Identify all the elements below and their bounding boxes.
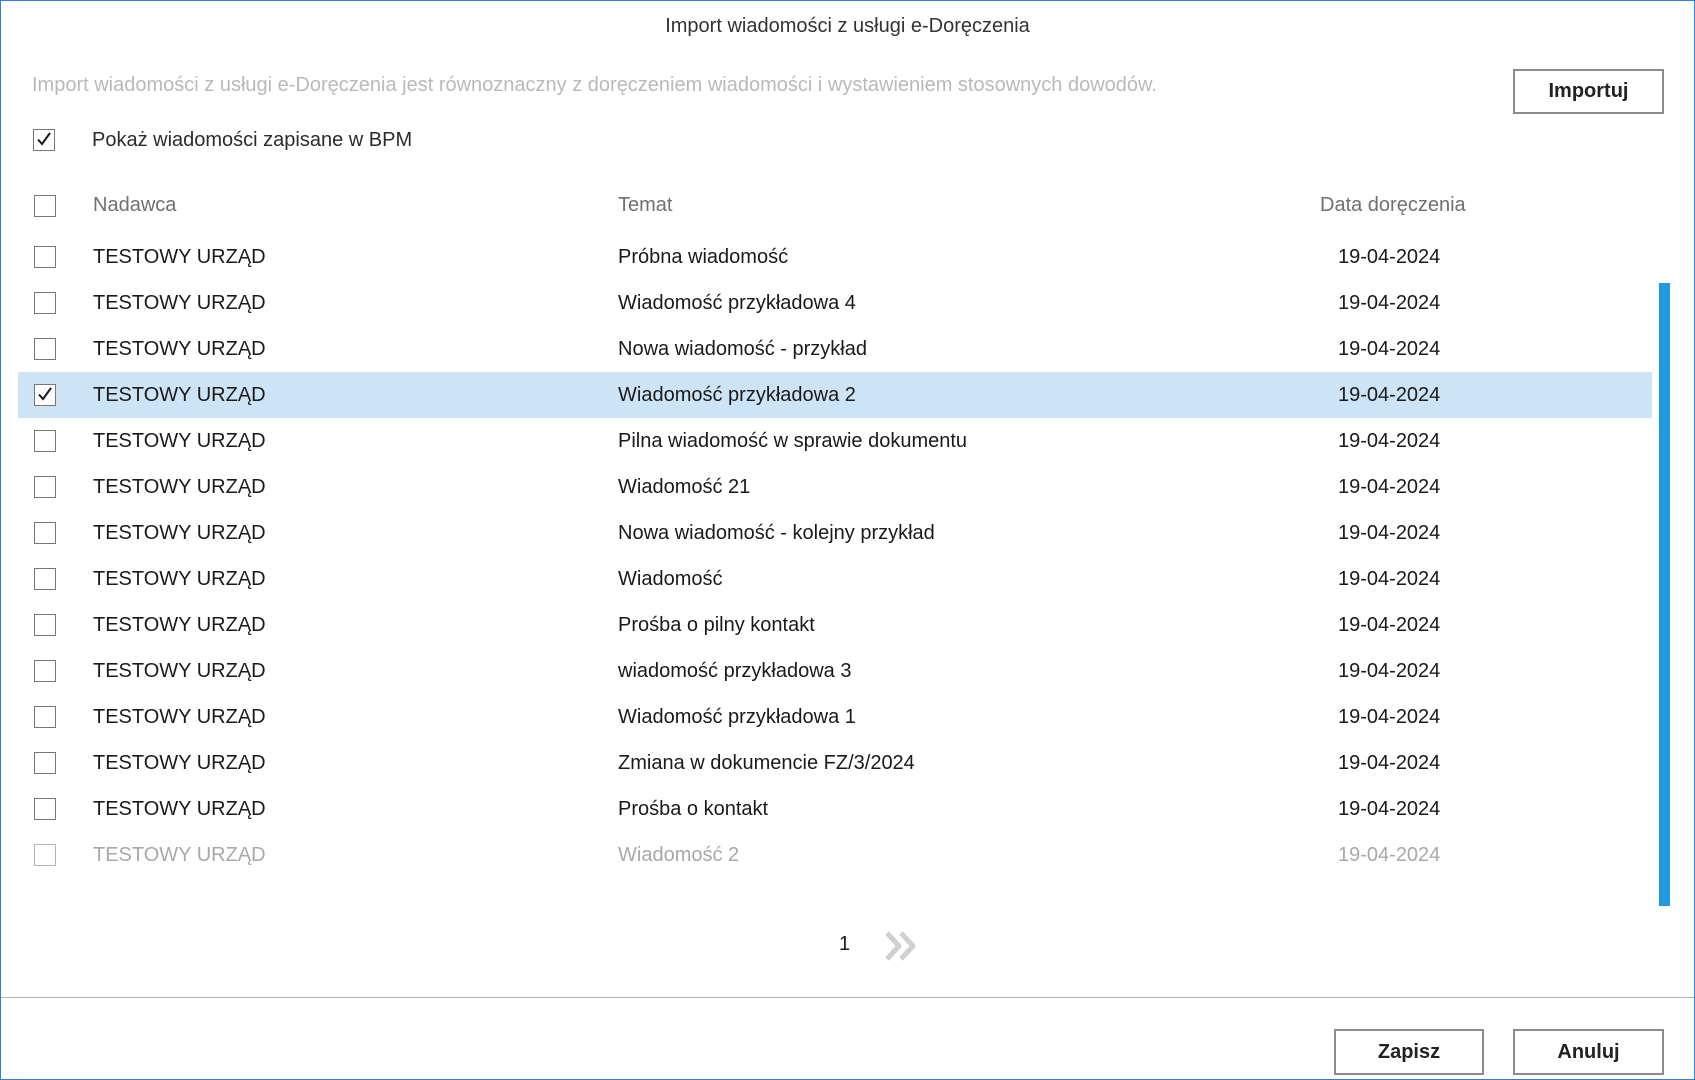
row-subject: wiadomość przykładowa 3: [618, 660, 852, 682]
row-sender: TESTOWY URZĄD: [93, 752, 266, 774]
table-row[interactable]: TESTOWY URZĄD Wiadomość 2 19-04-2024: [18, 832, 1652, 878]
row-checkbox[interactable]: [34, 522, 56, 544]
row-subject: Prośba o kontakt: [618, 798, 769, 820]
row-checkbox[interactable]: [34, 338, 56, 360]
row-checkbox[interactable]: [34, 568, 56, 590]
row-date: 19-04-2024: [1338, 246, 1441, 268]
row-subject: Nowa wiadomość - przykład: [618, 338, 867, 360]
row-checkbox[interactable]: [34, 752, 56, 774]
row-subject: Próbna wiadomość: [618, 246, 789, 268]
row-checkbox[interactable]: [34, 246, 56, 268]
row-checkbox[interactable]: [34, 614, 56, 636]
cancel-button[interactable]: Anuluj: [1513, 1029, 1664, 1075]
row-checkbox[interactable]: [34, 706, 56, 728]
page-number[interactable]: 1: [839, 933, 850, 956]
table-row[interactable]: TESTOWY URZĄD Prośba o kontakt 19-04-2024: [18, 786, 1652, 832]
row-sender: TESTOWY URZĄD: [93, 706, 266, 728]
table-row[interactable]: TESTOWY URZĄD Nowa wiadomość - przykład 19…: [18, 326, 1652, 372]
table-row[interactable]: TESTOWY URZĄD Pilna wiadomość w sprawie d…: [18, 418, 1652, 464]
save-button[interactable]: Zapisz: [1334, 1029, 1484, 1075]
info-text: Import wiadomości z usługi e-Doręczenia …: [32, 74, 1157, 96]
row-checkbox[interactable]: [34, 384, 56, 406]
column-header-subject[interactable]: Temat: [618, 194, 672, 217]
import-dialog: Import wiadomości z usługi e-Doręczenia …: [0, 0, 1695, 1080]
row-date: 19-04-2024: [1338, 844, 1441, 866]
row-subject: Wiadomość przykładowa 2: [618, 384, 856, 406]
scrollbar-thumb[interactable]: [1659, 283, 1670, 906]
row-sender: TESTOWY URZĄD: [93, 338, 266, 360]
row-subject: Wiadomość przykładowa 1: [618, 706, 856, 728]
row-checkbox[interactable]: [34, 292, 56, 314]
checkmark-icon: [37, 132, 51, 146]
row-sender: TESTOWY URZĄD: [93, 798, 266, 820]
row-checkbox[interactable]: [34, 798, 56, 820]
row-checkbox[interactable]: [34, 844, 56, 866]
row-date: 19-04-2024: [1338, 430, 1441, 452]
row-date: 19-04-2024: [1338, 798, 1441, 820]
row-checkbox[interactable]: [34, 430, 56, 452]
dialog-title: Import wiadomości z usługi e-Doręczenia: [665, 15, 1030, 37]
row-date: 19-04-2024: [1338, 522, 1441, 544]
row-sender: TESTOWY URZĄD: [93, 660, 266, 682]
table-row[interactable]: TESTOWY URZĄD Wiadomość przykładowa 4 19-0…: [18, 280, 1652, 326]
row-date: 19-04-2024: [1338, 660, 1441, 682]
double-chevron-right-icon[interactable]: [883, 928, 923, 964]
table-row[interactable]: TESTOWY URZĄD Próbna wiadomość 19-04-2024: [18, 234, 1652, 280]
row-sender: TESTOWY URZĄD: [93, 614, 266, 636]
row-sender: TESTOWY URZĄD: [93, 246, 266, 268]
row-checkbox[interactable]: [34, 476, 56, 498]
table-row[interactable]: TESTOWY URZĄD Wiadomość 19-04-2024: [18, 556, 1652, 602]
column-header-date[interactable]: Data doręczenia: [1320, 194, 1466, 217]
row-sender: TESTOWY URZĄD: [93, 384, 266, 406]
select-all-checkbox[interactable]: [34, 195, 56, 217]
table-row[interactable]: TESTOWY URZĄD Nowa wiadomość - kolejny pr…: [18, 510, 1652, 556]
checkmark-icon: [38, 387, 52, 401]
row-subject: Pilna wiadomość w sprawie dokumentu: [618, 430, 968, 452]
row-subject: Prośba o pilny kontakt: [618, 614, 815, 636]
table-row[interactable]: TESTOWY URZĄD Wiadomość przykładowa 2 19-0…: [18, 372, 1652, 418]
table-row[interactable]: TESTOWY URZĄD Wiadomość 21 19-04-2024: [18, 464, 1652, 510]
table-row[interactable]: TESTOWY URZĄD Zmiana w dokumencie FZ/3/20…: [18, 740, 1652, 786]
row-date: 19-04-2024: [1338, 752, 1441, 774]
row-sender: TESTOWY URZĄD: [93, 476, 266, 498]
row-date: 19-04-2024: [1338, 384, 1441, 406]
row-sender: TESTOWY URZĄD: [93, 844, 266, 866]
table-row[interactable]: TESTOWY URZĄD wiadomość przykładowa 3 19-0…: [18, 648, 1652, 694]
table-row[interactable]: TESTOWY URZĄD Prośba o pilny kontakt 19-04…: [18, 602, 1652, 648]
footer-divider: [1, 997, 1694, 998]
row-subject: Wiadomość przykładowa 4: [618, 292, 856, 314]
table-row[interactable]: TESTOWY URZĄD Wiadomość przykładowa 1 19-0…: [18, 694, 1652, 740]
row-sender: TESTOWY URZĄD: [93, 568, 266, 590]
row-checkbox[interactable]: [34, 660, 56, 682]
row-subject: Zmiana w dokumencie FZ/3/2024: [618, 752, 915, 774]
import-button[interactable]: Importuj: [1513, 69, 1664, 114]
show-saved-checkbox[interactable]: [33, 129, 55, 151]
row-subject: Wiadomość 21: [618, 476, 751, 498]
row-date: 19-04-2024: [1338, 706, 1441, 728]
row-date: 19-04-2024: [1338, 292, 1441, 314]
row-subject: Wiadomość 2: [618, 844, 740, 866]
row-subject: Nowa wiadomość - kolejny przykład: [618, 522, 935, 544]
row-date: 19-04-2024: [1338, 338, 1441, 360]
column-header-sender[interactable]: Nadawca: [93, 194, 176, 217]
row-date: 19-04-2024: [1338, 568, 1441, 590]
row-sender: TESTOWY URZĄD: [93, 430, 266, 452]
row-subject: Wiadomość: [618, 568, 723, 590]
show-saved-label: Pokaż wiadomości zapisane w BPM: [92, 129, 413, 151]
row-sender: TESTOWY URZĄD: [93, 292, 266, 314]
row-date: 19-04-2024: [1338, 614, 1441, 636]
row-date: 19-04-2024: [1338, 476, 1441, 498]
row-sender: TESTOWY URZĄD: [93, 522, 266, 544]
